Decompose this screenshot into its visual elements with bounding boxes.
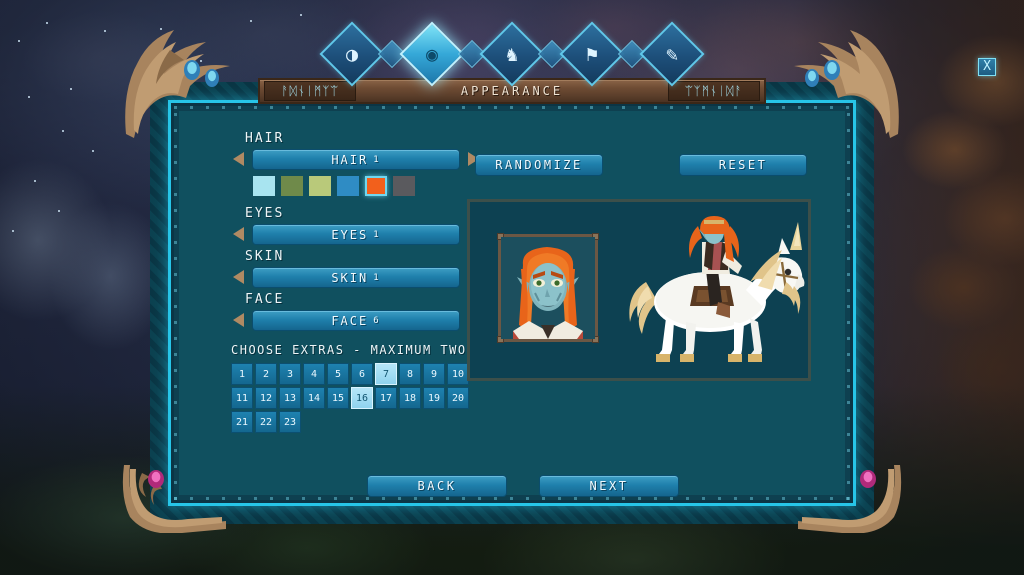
extra-cell-21[interactable]: 21 bbox=[231, 411, 253, 433]
close-button[interactable]: X bbox=[978, 58, 996, 76]
extra-cell-19[interactable]: 19 bbox=[423, 387, 445, 409]
tab-banner[interactable]: ⚑ bbox=[559, 21, 625, 87]
tab-scribe[interactable]: ✎ bbox=[639, 21, 705, 87]
panel-inner: HAIR HAIR 1 EYES EYES 1 SKIN SKIN 1 FACE FACE 6 CHO… bbox=[179, 111, 845, 497]
color-swatch-4[interactable] bbox=[337, 176, 359, 196]
extra-cell-1[interactable]: 1 bbox=[231, 363, 253, 385]
control-label-hair: HAIR bbox=[245, 131, 285, 146]
top-tab-bar: ◑ ◉ ♞ ⚑ ✎ bbox=[0, 21, 1024, 87]
color-swatch-6[interactable] bbox=[393, 176, 415, 196]
control-label-face: FACE bbox=[245, 292, 285, 307]
control-label-skin: SKIN bbox=[245, 249, 285, 264]
prev-arrow-skin-icon[interactable] bbox=[231, 268, 248, 287]
extra-cell-6[interactable]: 6 bbox=[351, 363, 373, 385]
star bbox=[58, 210, 60, 212]
extra-cell-5[interactable]: 5 bbox=[327, 363, 349, 385]
randomize-button[interactable]: RANDOMIZE bbox=[475, 154, 603, 176]
extra-cell-9[interactable]: 9 bbox=[423, 363, 445, 385]
star bbox=[34, 180, 36, 182]
extras-title: CHOOSE EXTRAS - MAXIMUM TWO bbox=[231, 343, 467, 357]
extra-cell-10[interactable]: 10 bbox=[447, 363, 469, 385]
color-swatch-5[interactable] bbox=[365, 176, 387, 196]
extra-cell-8[interactable]: 8 bbox=[399, 363, 421, 385]
star bbox=[46, 22, 48, 24]
star bbox=[62, 130, 64, 132]
star bbox=[300, 14, 302, 16]
option-button-hair[interactable]: HAIR 1 bbox=[252, 149, 460, 170]
star bbox=[12, 230, 14, 232]
option-value: FACE bbox=[331, 313, 369, 328]
hair-color-swatches bbox=[253, 176, 481, 196]
extra-cell-18[interactable]: 18 bbox=[399, 387, 421, 409]
extra-cell-14[interactable]: 14 bbox=[303, 387, 325, 409]
color-swatch-2[interactable] bbox=[281, 176, 303, 196]
extra-cell-17[interactable]: 17 bbox=[375, 387, 397, 409]
extra-cell-13[interactable]: 13 bbox=[279, 387, 301, 409]
extra-cell-23[interactable]: 23 bbox=[279, 411, 301, 433]
prev-arrow-hair-icon[interactable] bbox=[231, 150, 248, 169]
star bbox=[70, 88, 72, 90]
character-preview-panel bbox=[467, 199, 811, 381]
extra-cell-12[interactable]: 12 bbox=[255, 387, 277, 409]
rune-panel-right: ᛠᛉᛗᚾᛁᛞᚨ bbox=[668, 81, 760, 101]
next-button[interactable]: NEXT bbox=[539, 475, 679, 497]
control-row-eyes: EYES 1 bbox=[231, 224, 481, 245]
option-index: 6 bbox=[373, 315, 381, 326]
tab-appearance[interactable]: ◉ bbox=[399, 21, 465, 87]
extra-cell-2[interactable]: 2 bbox=[255, 363, 277, 385]
option-value: EYES bbox=[331, 227, 369, 242]
extra-cell-7[interactable]: 7 bbox=[375, 363, 397, 385]
appearance-controls: HAIR HAIR 1 EYES EYES 1 SKIN SKIN 1 FACE FACE 6 CHO… bbox=[231, 131, 481, 433]
prev-arrow-eyes-icon[interactable] bbox=[231, 225, 248, 244]
extra-cell-16[interactable]: 16 bbox=[351, 387, 373, 409]
option-value: SKIN bbox=[331, 270, 369, 285]
color-swatch-1[interactable] bbox=[253, 176, 275, 196]
extra-cell-20[interactable]: 20 bbox=[447, 387, 469, 409]
color-swatch-3[interactable] bbox=[309, 176, 331, 196]
extras-grid: 1 2 3 4 5 6 7 8 9 10 11 12 13 14 15 16 17 18 19 20 21 22 23 bbox=[231, 363, 481, 433]
option-button-eyes[interactable]: EYES 1 bbox=[252, 224, 460, 245]
option-button-face[interactable]: FACE 6 bbox=[252, 310, 460, 331]
character-on-unicorn bbox=[629, 216, 805, 362]
control-row-hair: HAIR 1 bbox=[231, 149, 481, 170]
prev-arrow-face-icon[interactable] bbox=[231, 311, 248, 330]
elf-portrait bbox=[501, 237, 595, 339]
control-row-skin: SKIN 1 bbox=[231, 267, 481, 288]
reset-button[interactable]: RESET bbox=[679, 154, 807, 176]
tab-identity[interactable]: ◑ bbox=[319, 21, 385, 87]
option-index: 1 bbox=[373, 154, 381, 165]
star bbox=[92, 150, 94, 152]
extra-cell-3[interactable]: 3 bbox=[279, 363, 301, 385]
option-index: 1 bbox=[373, 272, 381, 283]
extra-cell-11[interactable]: 11 bbox=[231, 387, 253, 409]
control-row-face: FACE 6 bbox=[231, 310, 481, 331]
extra-cell-15[interactable]: 15 bbox=[327, 387, 349, 409]
tab-mount[interactable]: ♞ bbox=[479, 21, 545, 87]
appearance-panel: HAIR HAIR 1 EYES EYES 1 SKIN SKIN 1 FACE FACE 6 CHO… bbox=[168, 100, 856, 506]
star bbox=[28, 96, 30, 98]
star bbox=[250, 20, 252, 22]
option-index: 1 bbox=[373, 229, 381, 240]
option-button-skin[interactable]: SKIN 1 bbox=[252, 267, 460, 288]
option-value: HAIR bbox=[331, 152, 369, 167]
control-label-eyes: EYES bbox=[245, 206, 285, 221]
rune-panel-left: ᚨᛞᚾᛁᛗᛉᛠ bbox=[264, 81, 356, 101]
extra-cell-22[interactable]: 22 bbox=[255, 411, 277, 433]
back-button[interactable]: BACK bbox=[367, 475, 507, 497]
extra-cell-4[interactable]: 4 bbox=[303, 363, 325, 385]
portrait-frame bbox=[497, 233, 599, 343]
